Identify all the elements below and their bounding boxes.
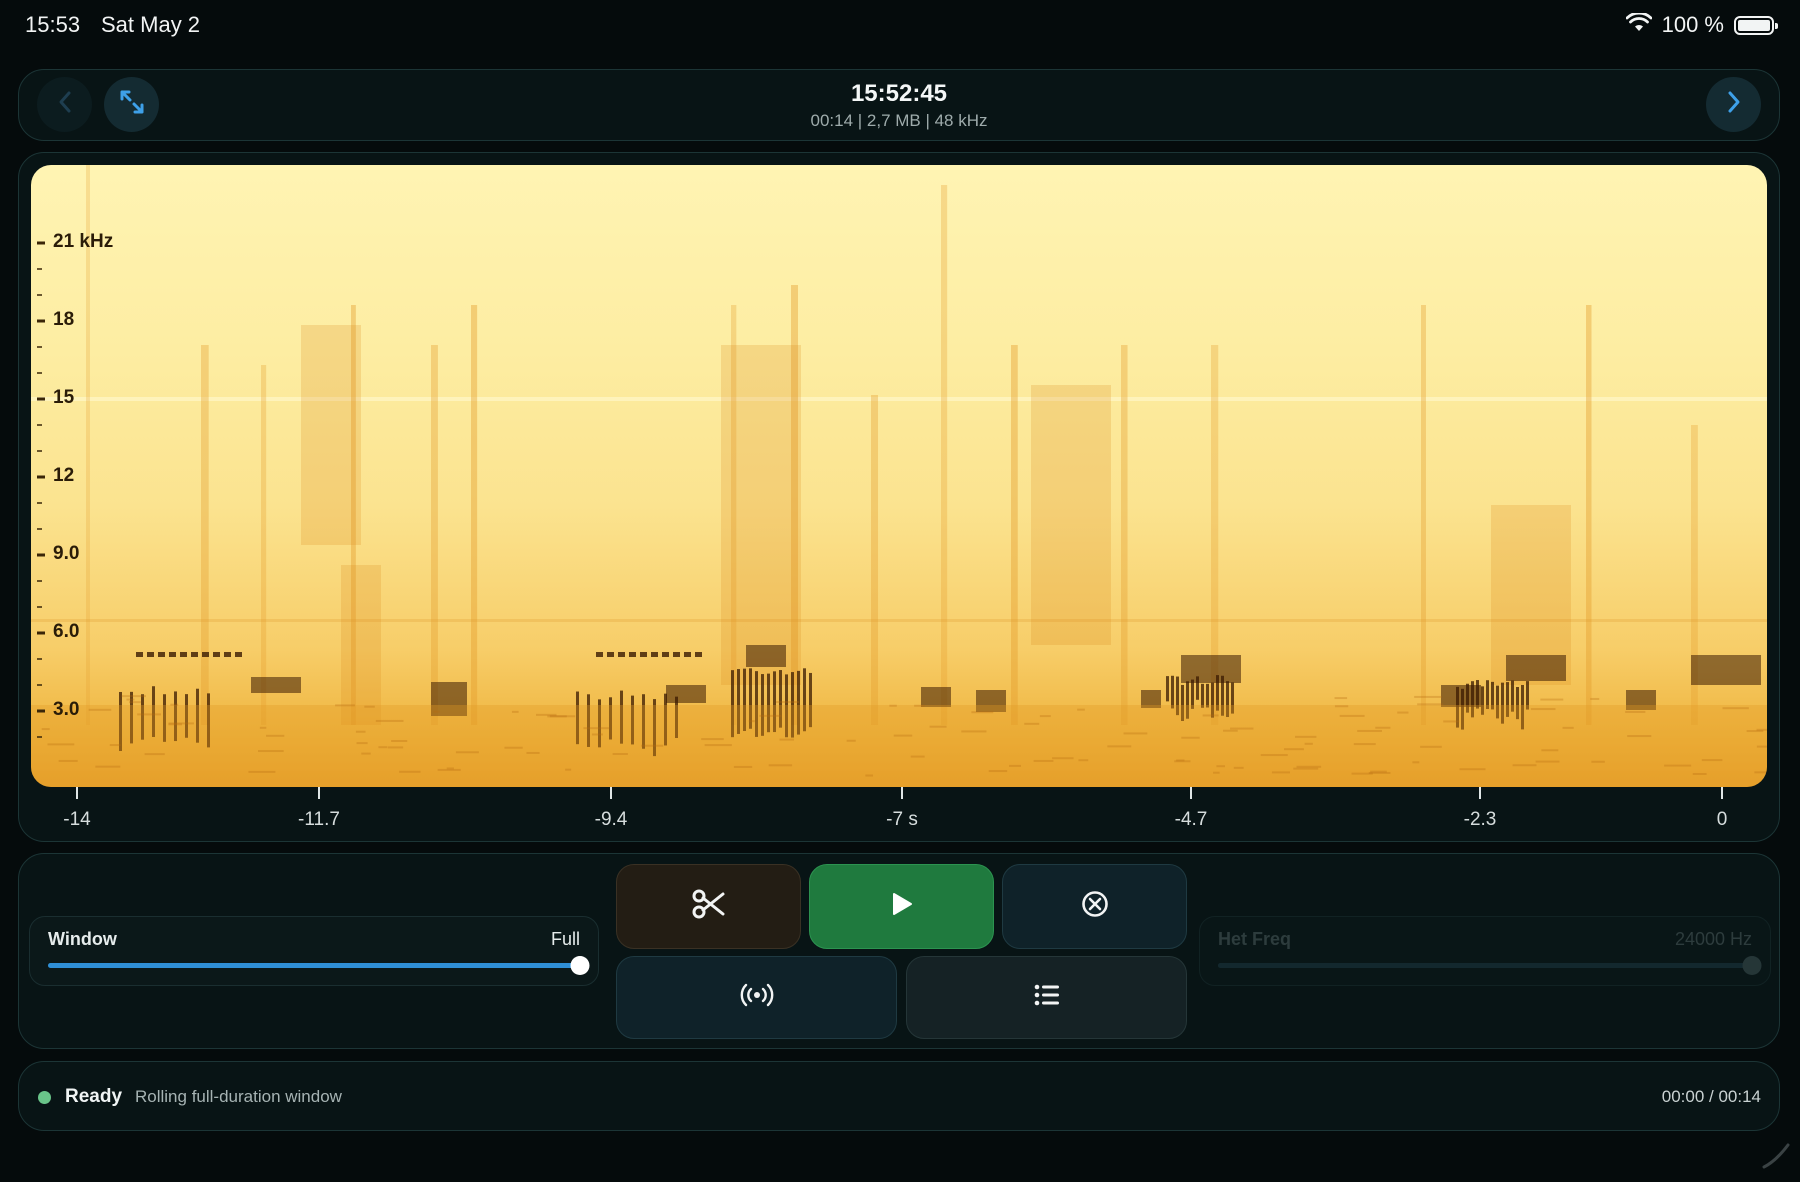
frequency-label: 12 — [53, 465, 75, 486]
battery-percent: 100 % — [1661, 12, 1724, 37]
window-slider-card: Window Full — [29, 916, 599, 986]
broadcast-icon — [740, 983, 774, 1012]
recording-title: 15:52:45 — [850, 80, 948, 107]
status-indicator-dot — [38, 1091, 51, 1104]
status-state: Ready — [65, 1086, 123, 1107]
cancel-circle-icon — [1081, 890, 1109, 923]
wifi-icon — [1625, 11, 1653, 38]
window-slider[interactable] — [48, 956, 590, 975]
list-icon — [1034, 984, 1060, 1011]
time-tick — [318, 787, 320, 799]
next-button[interactable] — [1706, 77, 1761, 132]
recording-info: 00:14 | 2,7 MB | 48 kHz — [810, 111, 988, 130]
het-freq-label: Het Freq — [1218, 929, 1292, 949]
pencil-stroke-icon — [1760, 1139, 1790, 1174]
het-freq-slider[interactable] — [1218, 956, 1762, 975]
spectrogram-panel: 21 kHz 18 15 12 9.0 6.0 3.0 -14 -11.7 -9.4 -7 s -4… — [18, 152, 1780, 842]
frequency-label: 21 kHz — [53, 231, 114, 252]
play-icon — [891, 892, 913, 921]
time-tick — [1721, 787, 1723, 799]
battery-icon — [1734, 15, 1778, 35]
window-value: Full — [550, 929, 580, 949]
status-description: Rolling full-duration window — [135, 1087, 342, 1106]
time-label: -2.3 — [1463, 809, 1497, 830]
status-time: 15:53 — [25, 12, 81, 37]
time-tick — [76, 787, 78, 799]
frequency-label: 15 — [53, 387, 75, 408]
trim-button[interactable] — [616, 864, 801, 949]
playback-time: 00:00 / 00:14 — [1661, 1087, 1761, 1106]
time-label: 0 — [1716, 809, 1728, 830]
het-freq-slider-thumb[interactable] — [1742, 956, 1762, 975]
window-label: Window — [48, 929, 117, 949]
discard-button[interactable] — [1002, 864, 1187, 949]
controls-panel: Window Full Het Freq 24000 Hz — [18, 853, 1780, 1049]
time-tick — [1479, 787, 1481, 799]
het-freq-value: 24000 Hz — [1674, 929, 1752, 949]
status-date: Sat May 2 — [101, 12, 201, 37]
frequency-label: 6.0 — [53, 621, 80, 642]
time-label: -14 — [63, 809, 91, 830]
playback-status: Ready Rolling full-duration window 00:00… — [18, 1061, 1780, 1131]
frequency-label: 18 — [53, 309, 75, 330]
status-right: 100 % — [1625, 11, 1778, 38]
time-tick — [901, 787, 903, 799]
scissors-icon — [692, 889, 726, 924]
time-label: -11.7 — [298, 809, 340, 830]
spectrogram-texture — [31, 165, 1767, 787]
window-slider-thumb[interactable] — [570, 956, 590, 975]
app-root: 15:53 Sat May 2 100 % 15:52:45 00:14 | 2… — [0, 0, 1800, 1182]
time-tick — [1190, 787, 1192, 799]
frequency-label: 3.0 — [53, 699, 80, 720]
time-axis: -14 -11.7 -9.4 -7 s -4.7 -2.3 0 — [19, 787, 1781, 843]
chevron-right-icon — [1724, 90, 1744, 119]
recording-header: 15:52:45 00:14 | 2,7 MB | 48 kHz — [18, 69, 1780, 141]
frequency-label: 9.0 — [53, 543, 80, 564]
status-bar: 15:53 Sat May 2 100 % — [0, 0, 1800, 52]
heterodyne-button[interactable] — [616, 956, 897, 1039]
time-label: -4.7 — [1174, 809, 1208, 830]
spectrogram-view[interactable]: 21 kHz 18 15 12 9.0 6.0 3.0 — [31, 165, 1767, 787]
time-label: -7 s — [886, 809, 918, 830]
play-button[interactable] — [809, 864, 994, 949]
list-button[interactable] — [906, 956, 1187, 1039]
time-tick — [610, 787, 612, 799]
time-label: -9.4 — [594, 809, 628, 830]
het-freq-slider-card: Het Freq 24000 Hz — [1199, 916, 1771, 986]
